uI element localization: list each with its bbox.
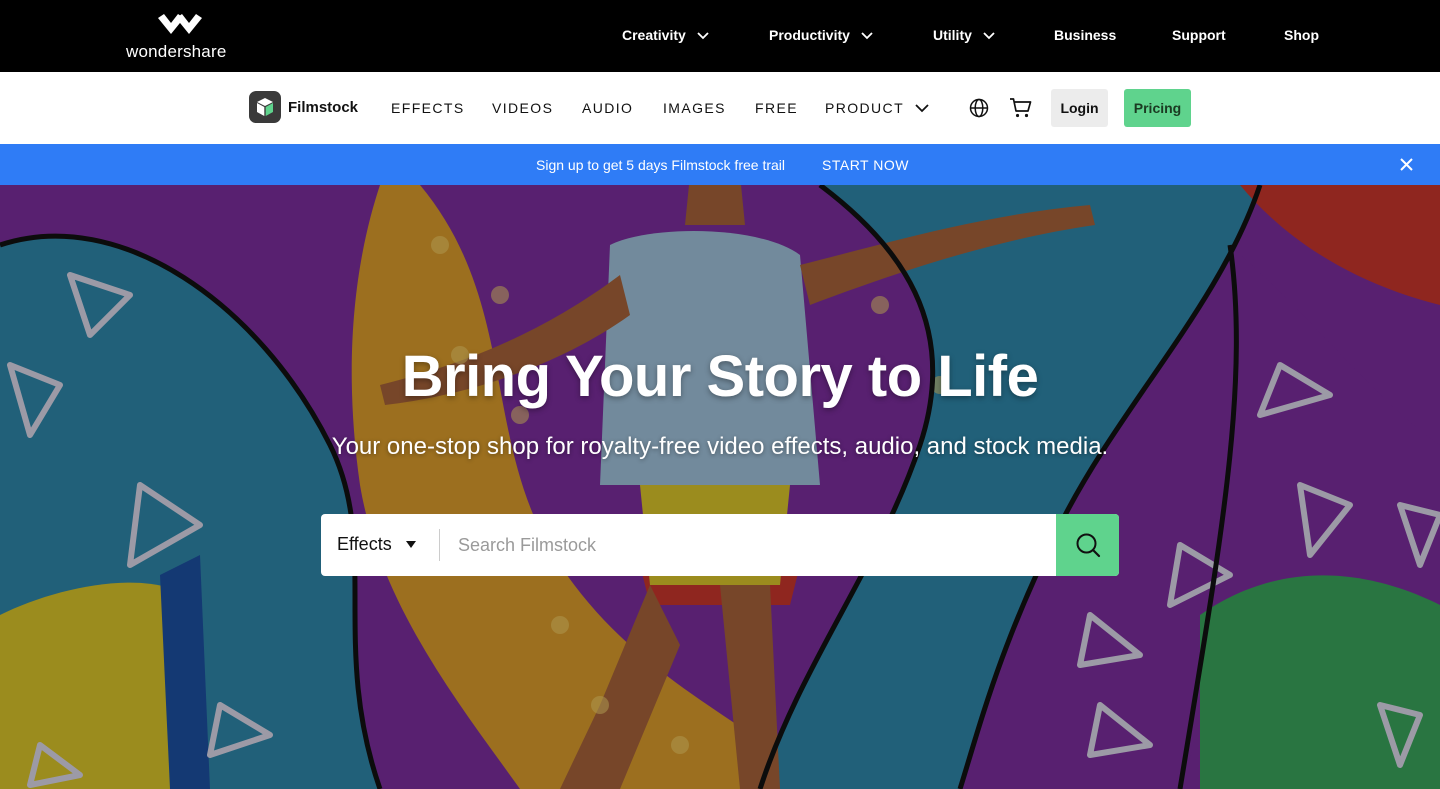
globe-icon[interactable] (969, 98, 989, 118)
hero-section: Bring Your Story to Life Your one-stop s… (0, 185, 1440, 789)
topnav-utility[interactable]: Utility (933, 27, 996, 43)
chevron-down-icon (697, 32, 709, 40)
chevron-down-icon (915, 104, 929, 113)
cart-icon[interactable] (1009, 97, 1032, 119)
topnav-creativity-label: Creativity (622, 27, 686, 43)
subnav-free[interactable]: FREE (755, 100, 798, 116)
subnav-product[interactable]: PRODUCT (825, 100, 930, 116)
search-divider (439, 529, 440, 561)
pricing-button[interactable]: Pricing (1124, 89, 1191, 127)
search-button[interactable] (1056, 514, 1119, 576)
hero-overlay (0, 185, 1440, 789)
search-category-select[interactable]: Effects (337, 534, 416, 555)
promo-banner: Sign up to get 5 days Filmstock free tra… (0, 144, 1440, 185)
promo-start-now-link[interactable]: START NOW (822, 157, 909, 173)
subnav-images[interactable]: IMAGES (663, 100, 726, 116)
topnav-support[interactable]: Support (1172, 27, 1226, 43)
chevron-down-icon (983, 32, 995, 40)
topnav-productivity[interactable]: Productivity (769, 27, 874, 43)
close-icon[interactable] (1399, 157, 1414, 172)
chevron-down-icon (861, 32, 873, 40)
caret-down-icon (405, 540, 416, 548)
subnav-videos[interactable]: VIDEOS (492, 100, 553, 116)
hero-title: Bring Your Story to Life (401, 344, 1039, 409)
subnav-product-label: PRODUCT (825, 100, 905, 116)
filmstock-logo[interactable]: Filmstock (249, 91, 358, 123)
wondershare-logo-icon (158, 14, 202, 34)
promo-message: Sign up to get 5 days Filmstock free tra… (536, 157, 785, 173)
subnav-audio[interactable]: AUDIO (582, 100, 633, 116)
wondershare-logo[interactable]: wondershare (126, 14, 236, 62)
topnav-shop[interactable]: Shop (1284, 27, 1319, 43)
search-bar: Effects (321, 514, 1119, 576)
wondershare-wordmark: wondershare (126, 42, 227, 61)
filmstock-name: Filmstock (288, 98, 359, 116)
subnav-effects[interactable]: EFFECTS (391, 100, 465, 116)
topnav-business[interactable]: Business (1054, 27, 1116, 43)
hero-subtitle: Your one-stop shop for royalty-free vide… (331, 433, 1109, 460)
search-category-value: Effects (337, 534, 392, 554)
search-icon (1076, 533, 1100, 558)
filmstock-cube-icon (249, 91, 281, 123)
wondershare-topbar: wondershare Creativity Productivity Util… (0, 0, 1440, 72)
filmstock-navigation: Filmstock EFFECTS VIDEOS AUDIO IMAGES FR… (0, 72, 1440, 144)
topnav-productivity-label: Productivity (769, 27, 850, 43)
search-input[interactable] (458, 528, 1038, 562)
login-button[interactable]: Login (1051, 89, 1108, 127)
topnav-utility-label: Utility (933, 27, 972, 43)
topnav-creativity[interactable]: Creativity (622, 27, 710, 43)
